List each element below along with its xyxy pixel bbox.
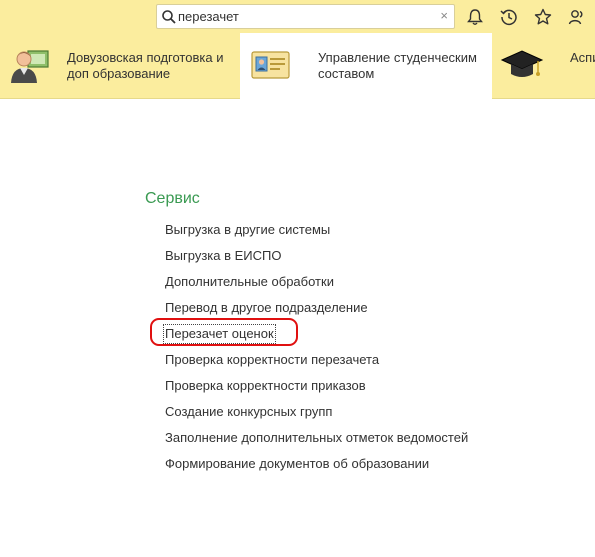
search-input[interactable]: перезачет	[178, 10, 239, 24]
section-postgraduate[interactable]: Аспи	[492, 33, 595, 99]
menu-item-fill-statement-marks[interactable]: Заполнение дополнительных отметок ведомо…	[165, 430, 468, 446]
highlight-annotation	[150, 318, 298, 346]
student-card-icon	[251, 51, 290, 79]
section-label-line2: составом	[318, 66, 375, 81]
menu-item-export-eispo[interactable]: Выгрузка в ЕИСПО	[165, 248, 282, 264]
section-label-line2: доп образование	[67, 66, 171, 81]
menu-item-export-other-systems[interactable]: Выгрузка в другие системы	[165, 222, 330, 238]
section-pre-university[interactable]: Довузовская подготовка и доп образование	[0, 33, 240, 99]
group-title-service: Сервис	[145, 190, 200, 207]
bell-icon[interactable]	[465, 7, 485, 27]
history-icon[interactable]	[499, 7, 519, 27]
users-icon[interactable]	[567, 7, 587, 27]
menu-item-education-documents[interactable]: Формирование документов об образовании	[165, 456, 429, 472]
menu-item-check-recredit[interactable]: Проверка корректности перезачета	[165, 352, 379, 368]
graduation-cap-icon	[500, 50, 544, 77]
student-diploma-icon	[11, 50, 49, 83]
section-label-line1: Управление студенческим	[318, 50, 477, 65]
sections-panel: Довузовская подготовка и доп образование…	[0, 33, 595, 99]
search-field[interactable]: перезачет ×	[156, 4, 455, 29]
section-student-management[interactable]: Управление студенческим составом	[240, 33, 492, 99]
menu-item-create-competitive-groups[interactable]: Создание конкурсных групп	[165, 404, 332, 420]
menu-item-transfer-subdivision[interactable]: Перевод в другое подразделение	[165, 300, 368, 316]
search-icon	[162, 10, 176, 24]
section-label-line1: Довузовская подготовка и	[67, 50, 224, 65]
top-bar: перезачет ×	[0, 0, 595, 33]
menu-item-check-orders[interactable]: Проверка корректности приказов	[165, 378, 366, 394]
menu-item-additional-processing[interactable]: Дополнительные обработки	[165, 274, 334, 290]
star-icon[interactable]	[533, 7, 553, 27]
section-label-line1: Аспи	[570, 50, 595, 65]
clear-search-icon[interactable]: ×	[440, 8, 448, 24]
